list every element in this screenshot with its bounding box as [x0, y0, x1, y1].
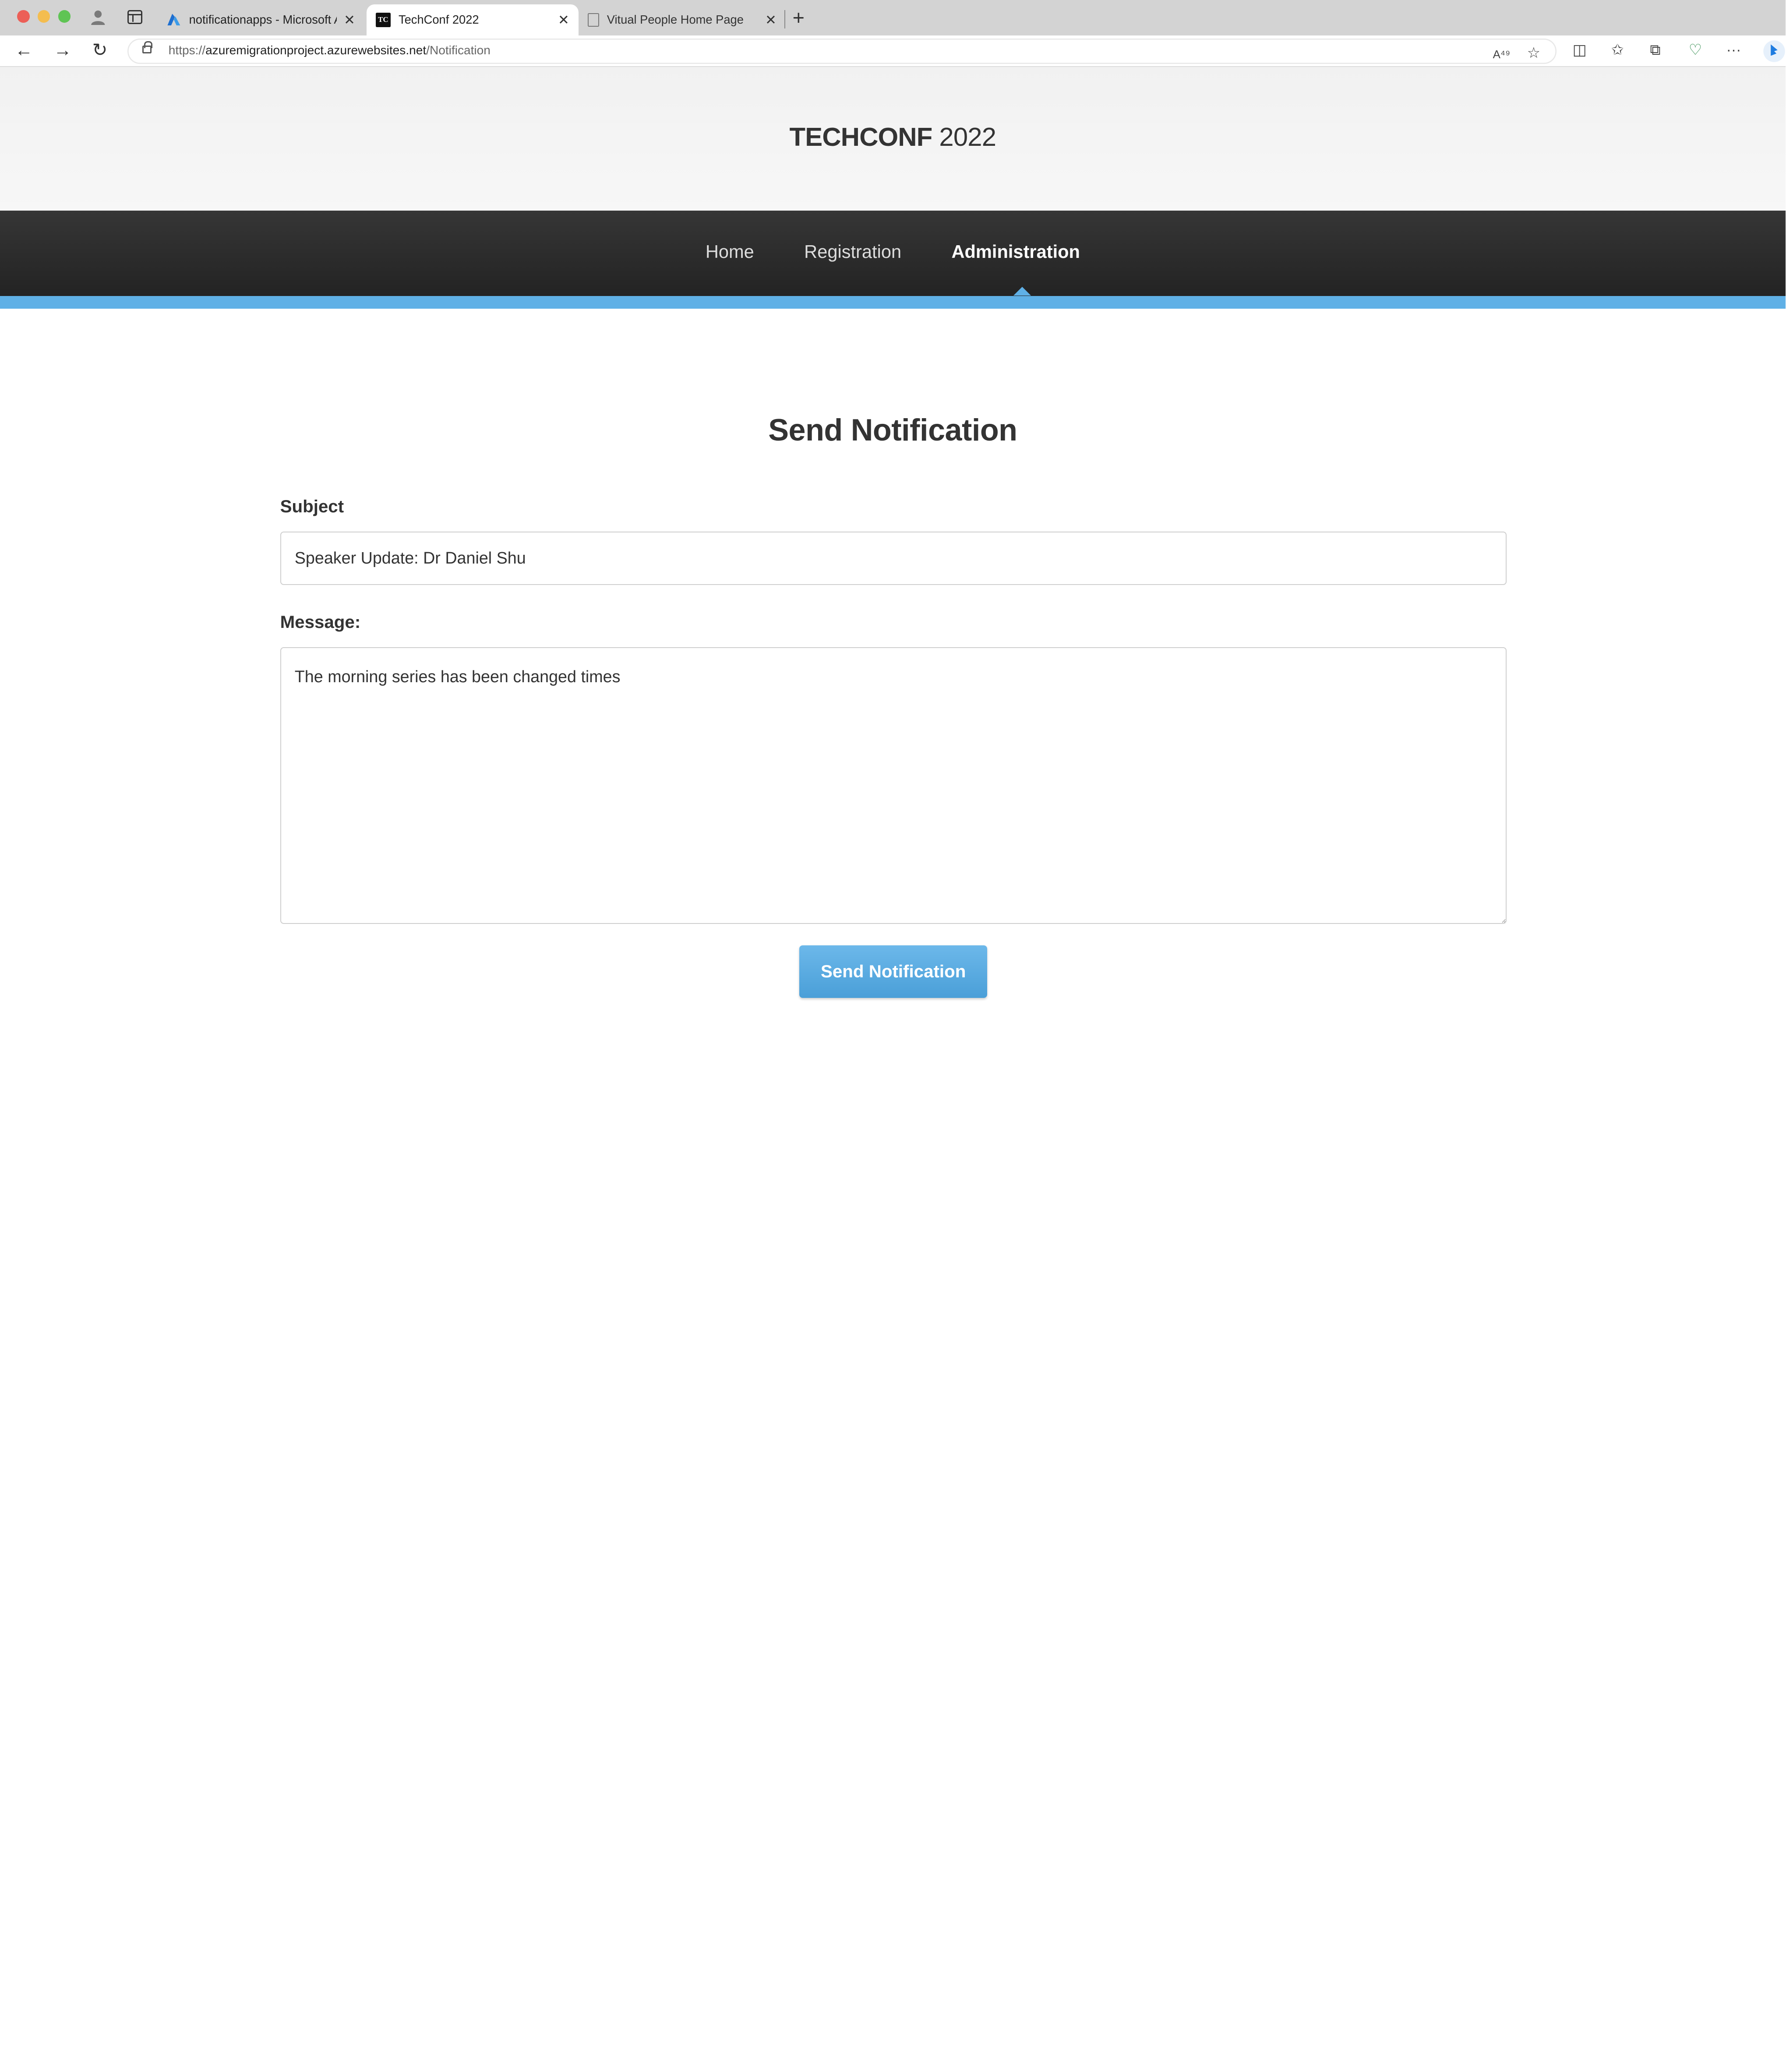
accent-bar	[0, 296, 1786, 309]
reload-icon[interactable]: ↻	[92, 39, 108, 60]
tab-notificationapps[interactable]: notificationapps - Microsoft Az ✕	[157, 4, 364, 35]
tab-vitual-people[interactable]: Vitual People Home Page ✕	[579, 4, 786, 35]
tab-divider	[784, 10, 785, 28]
nav-home-link[interactable]: Home	[706, 241, 754, 262]
browser-toolbar: ← → ↻ https://azuremigrationproject.azur…	[0, 35, 1786, 67]
close-tab-icon[interactable]: ✕	[558, 13, 569, 27]
techconf-favicon-icon: TC	[375, 12, 391, 28]
split-screen-icon[interactable]: ◫	[1573, 41, 1587, 60]
main-content: Send Notification Subject Message: The m…	[0, 412, 1786, 998]
browser-window: notificationapps - Microsoft Az ✕ TC Tec…	[0, 0, 1786, 1036]
window-controls	[17, 10, 71, 23]
message-textarea[interactable]: The morning series has been changed time…	[280, 647, 1507, 924]
url-text: https://azuremigrationproject.azurewebsi…	[168, 43, 491, 57]
close-window-button[interactable]	[17, 10, 30, 23]
tab-title: Vitual People Home Page	[607, 13, 744, 27]
main-navbar: Home Registration Administration	[0, 210, 1786, 296]
back-icon[interactable]: ←	[15, 39, 33, 60]
read-aloud-icon[interactable]: A⁴⁹	[1493, 46, 1511, 64]
address-bar[interactable]: https://azuremigrationproject.azurewebsi…	[127, 39, 1557, 64]
more-menu-icon[interactable]: ···	[1726, 41, 1741, 60]
tab-techconf[interactable]: TC TechConf 2022 ✕	[367, 4, 579, 35]
notification-form: Subject Message: The morning series has …	[280, 497, 1507, 998]
nav-administration-link[interactable]: Administration	[951, 241, 1080, 262]
page-title: Send Notification	[768, 412, 1017, 448]
lock-icon	[142, 41, 153, 54]
tab-bar: notificationapps - Microsoft Az ✕ TC Tec…	[0, 0, 1786, 35]
favorite-star-icon[interactable]: ☆	[1527, 44, 1540, 63]
minimize-window-button[interactable]	[37, 10, 50, 23]
tab-title: TechConf 2022	[398, 13, 479, 27]
document-icon	[587, 13, 599, 27]
maximize-window-button[interactable]	[58, 10, 71, 23]
site-brand[interactable]: TECHCONF 2022	[0, 67, 1786, 152]
message-label: Message:	[280, 612, 361, 632]
tab-title: notificationapps - Microsoft Az	[189, 13, 337, 27]
profile-icon[interactable]	[89, 8, 107, 26]
close-tab-icon[interactable]: ✕	[765, 13, 777, 27]
forward-icon[interactable]: →	[53, 39, 72, 60]
close-tab-icon[interactable]: ✕	[344, 13, 355, 27]
site-header: TECHCONF 2022	[0, 67, 1786, 211]
send-notification-button[interactable]: Send Notification	[799, 945, 988, 998]
active-nav-indicator	[1013, 287, 1031, 296]
azure-logo-icon	[167, 13, 180, 25]
bing-copilot-icon[interactable]	[1763, 40, 1786, 67]
nav-registration-link[interactable]: Registration	[804, 241, 901, 262]
subject-label: Subject	[280, 496, 344, 516]
tab-actions-icon[interactable]	[127, 10, 142, 24]
browser-essentials-icon[interactable]: ♡	[1689, 41, 1702, 60]
favorites-icon[interactable]: ✩	[1611, 41, 1624, 60]
new-tab-icon[interactable]: +	[793, 6, 805, 29]
collections-icon[interactable]: ⧉	[1650, 41, 1660, 60]
subject-input[interactable]	[280, 531, 1507, 585]
